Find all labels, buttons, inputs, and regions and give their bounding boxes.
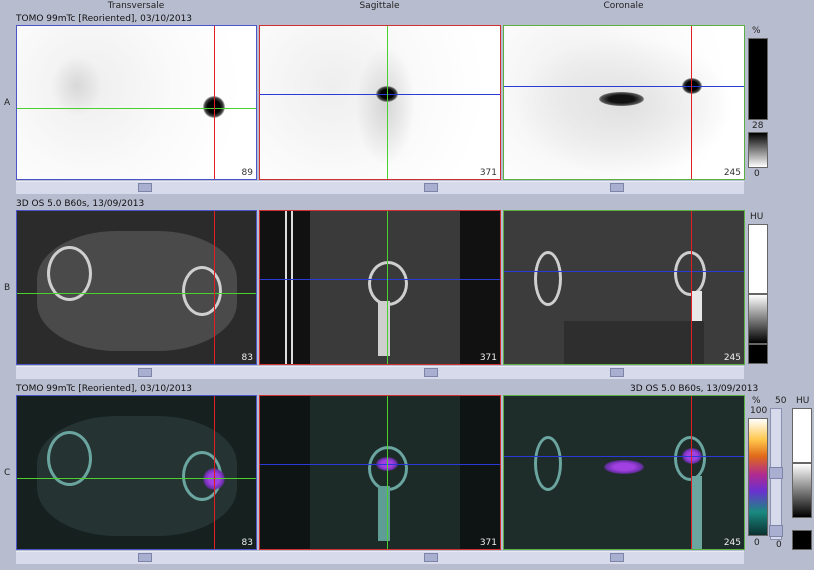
slice-number: 245 xyxy=(723,353,741,363)
ct-scale-black xyxy=(748,344,768,364)
spect-scale-bar xyxy=(748,38,768,120)
fused-femur-shaft xyxy=(378,486,390,541)
ct-coronal-view[interactable]: 245 xyxy=(503,210,745,365)
fusion-mix-value: 50 xyxy=(775,396,787,406)
fusion-mix-thumb-lower[interactable] xyxy=(769,525,783,537)
ct-transversal-view[interactable]: 83 xyxy=(16,210,257,365)
slice-number: 371 xyxy=(479,168,497,178)
spect-series-title: TOMO 99mTc [Reoriented], 03/10/2013 xyxy=(16,14,193,24)
crosshair-horizontal xyxy=(504,86,744,87)
crosshair-vertical xyxy=(691,26,692,179)
slice-number: 245 xyxy=(723,538,741,548)
ct-femur-left xyxy=(534,251,562,306)
slider-thumb-sagittal[interactable] xyxy=(424,183,438,192)
slider-thumb-sagittal[interactable] xyxy=(424,368,438,377)
crosshair-horizontal xyxy=(260,464,500,465)
fused-hu-black xyxy=(792,530,812,550)
crosshair-horizontal xyxy=(504,456,744,457)
ct-soft-tissue xyxy=(564,321,704,364)
spect-sagittal-view[interactable]: 371 xyxy=(259,25,501,180)
fusion-mix-track[interactable] xyxy=(769,408,783,540)
ct-femoral-head-right xyxy=(674,251,706,296)
row-label-a: A xyxy=(4,98,11,108)
fused-bladder xyxy=(604,460,644,474)
crosshair-horizontal xyxy=(17,108,256,109)
crosshair-horizontal xyxy=(260,279,500,280)
fused-series-title-spect: TOMO 99mTc [Reoriented], 03/10/2013 xyxy=(16,384,193,394)
ct-scale-unit: HU xyxy=(750,212,764,222)
slider-thumb-transversal[interactable] xyxy=(138,183,152,192)
slider-thumb-coronal[interactable] xyxy=(610,553,624,562)
slider-thumb-coronal[interactable] xyxy=(610,183,624,192)
fusion-mix-thumb[interactable] xyxy=(769,467,783,479)
crosshair-horizontal xyxy=(17,293,256,294)
header-sagittale: Sagittale xyxy=(359,1,400,11)
fused-scale-unit: % xyxy=(752,396,761,406)
row-b-slider-bar xyxy=(16,366,744,379)
spect-bladder xyxy=(599,92,644,106)
slice-number: 371 xyxy=(479,538,497,548)
slider-thumb-sagittal[interactable] xyxy=(424,553,438,562)
fused-background-dark xyxy=(260,396,310,549)
fused-femur-left xyxy=(534,436,562,491)
spect-coronal-view[interactable]: 245 xyxy=(503,25,745,180)
slider-thumb-transversal[interactable] xyxy=(138,553,152,562)
fused-scale-top-value: 100 xyxy=(750,406,768,416)
fused-series-title-ct: 3D OS 5.0 B60s, 13/09/2013 xyxy=(630,384,759,394)
slice-number: 371 xyxy=(479,353,497,363)
spect-scale-top-value: 28 xyxy=(752,121,764,131)
crosshair-vertical xyxy=(387,211,388,364)
ct-femoral-head-right xyxy=(182,266,222,316)
crosshair-vertical xyxy=(214,26,215,179)
crosshair-vertical xyxy=(387,26,388,179)
fused-hu-white xyxy=(792,408,812,463)
slider-thumb-transversal[interactable] xyxy=(138,368,152,377)
row-label-c: C xyxy=(4,468,11,478)
slider-thumb-coronal[interactable] xyxy=(610,368,624,377)
spect-scale-gradient[interactable] xyxy=(748,132,768,168)
ct-femoral-head xyxy=(368,261,408,306)
slice-number: 245 xyxy=(723,168,741,178)
fused-coronal-view[interactable]: 245 xyxy=(503,395,745,550)
slice-number: 83 xyxy=(241,353,253,363)
header-coronale: Coronale xyxy=(603,1,644,11)
ct-femur-shaft xyxy=(378,301,390,356)
crosshair-horizontal xyxy=(17,478,256,479)
crosshair-horizontal xyxy=(504,271,744,272)
row-a-slider-bar xyxy=(16,181,744,194)
crosshair-vertical xyxy=(387,396,388,549)
spect-uptake-faint xyxy=(514,36,734,176)
fused-color-scale xyxy=(748,418,768,536)
fused-background-dark xyxy=(460,396,500,549)
spect-scale-unit: % xyxy=(752,26,761,36)
fusion-mix-bottom-value: 0 xyxy=(776,540,782,550)
crosshair-horizontal xyxy=(260,94,500,95)
ct-scale-white xyxy=(748,224,768,294)
row-label-b: B xyxy=(4,283,11,293)
spect-uptake-faint xyxy=(52,56,102,116)
spect-uptake-faint xyxy=(355,46,415,166)
crosshair-vertical xyxy=(691,396,692,549)
ct-sagittal-view[interactable]: 371 xyxy=(259,210,501,365)
ct-scale-gradient[interactable] xyxy=(748,294,768,344)
ct-table-line xyxy=(285,211,287,364)
crosshair-vertical xyxy=(214,396,215,549)
crosshair-vertical xyxy=(691,211,692,364)
spect-scale-bottom-value: 0 xyxy=(754,169,760,179)
ct-table-line xyxy=(291,211,293,364)
fused-sagittal-view[interactable]: 371 xyxy=(259,395,501,550)
slice-number: 89 xyxy=(241,168,253,178)
slice-number: 83 xyxy=(241,538,253,548)
fused-scale-bottom-value: 0 xyxy=(754,538,760,548)
fused-transversal-view[interactable]: 83 xyxy=(16,395,257,550)
spect-transversal-view[interactable]: 89 xyxy=(16,25,257,180)
ct-background-dark xyxy=(460,211,500,364)
row-c-slider-bar xyxy=(16,551,744,564)
fused-hu-gradient[interactable] xyxy=(792,463,812,518)
fused-femur-shaft xyxy=(692,476,702,549)
header-transversale: Transversale xyxy=(107,1,165,11)
ct-series-title: 3D OS 5.0 B60s, 13/09/2013 xyxy=(16,199,145,209)
crosshair-vertical xyxy=(214,211,215,364)
fused-hu-unit: HU xyxy=(796,396,810,406)
